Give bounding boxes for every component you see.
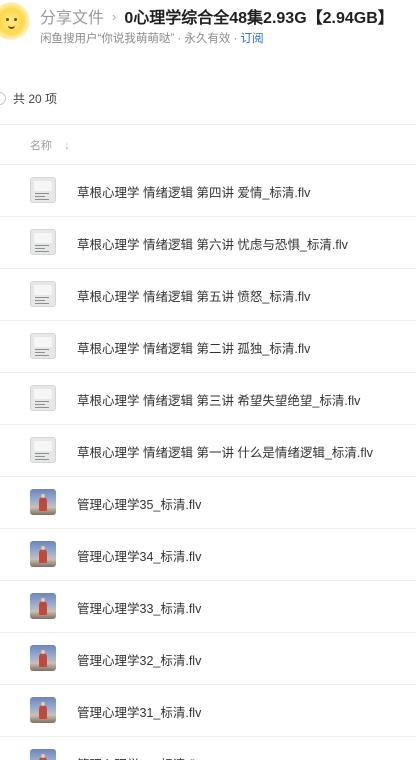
- share-info: 闲鱼搜用户“你说我萌萌哒” · 永久有效 · 订阅: [40, 30, 264, 46]
- avatar-sun-icon: [0, 2, 30, 40]
- file-row[interactable]: 管理心理学34_标清.flv: [0, 529, 416, 581]
- video-doc-thumbnail-icon: [30, 333, 56, 359]
- file-name[interactable]: 管理心理学35_标清.flv: [77, 494, 201, 513]
- file-row[interactable]: 草根心理学 情绪逻辑 第二讲 孤独_标清.flv: [0, 321, 416, 373]
- sharer-info: 闲鱼搜用户“你说我萌萌哒”: [40, 33, 175, 45]
- column-name-label: 名称: [30, 140, 52, 152]
- file-name[interactable]: 草根心理学 情绪逻辑 第五讲 愤怒_标清.flv: [77, 286, 310, 305]
- file-row[interactable]: 草根心理学 情绪逻辑 第四讲 爱情_标清.flv: [0, 165, 416, 217]
- file-name[interactable]: 管理心理学30_标清.flv: [77, 754, 201, 760]
- file-row[interactable]: 草根心理学 情绪逻辑 第一讲 什么是情绪逻辑_标清.flv: [0, 425, 416, 477]
- video-doc-thumbnail-icon: [30, 229, 56, 255]
- file-row[interactable]: 草根心理学 情绪逻辑 第三讲 希望失望绝望_标清.flv: [0, 373, 416, 425]
- chevron-right-icon: ›: [112, 8, 117, 24]
- column-header-name[interactable]: 名称 ↓: [30, 137, 70, 153]
- file-row[interactable]: 管理心理学35_标清.flv: [0, 477, 416, 529]
- share-page: 分享文件 › 0心理学综合全48集2.93G【2.94GB】 闲鱼搜用户“你说我…: [0, 0, 416, 760]
- video-image-thumbnail-icon: [30, 593, 56, 619]
- video-image-thumbnail-icon: [30, 697, 56, 723]
- video-doc-thumbnail-icon: [30, 281, 56, 307]
- file-list: 草根心理学 情绪逻辑 第四讲 爱情_标清.flv 草根心理学 情绪逻辑 第六讲 忧…: [0, 165, 416, 760]
- file-name[interactable]: 管理心理学31_标清.flv: [77, 702, 201, 721]
- file-name[interactable]: 草根心理学 情绪逻辑 第六讲 忧虑与恐惧_标清.flv: [77, 234, 348, 253]
- select-all-checkbox[interactable]: [0, 92, 6, 105]
- share-header: 分享文件 › 0心理学综合全48集2.93G【2.94GB】 闲鱼搜用户“你说我…: [0, 0, 416, 56]
- sort-down-icon[interactable]: ↓: [64, 138, 70, 152]
- file-name[interactable]: 草根心理学 情绪逻辑 第二讲 孤独_标清.flv: [77, 338, 310, 357]
- video-image-thumbnail-icon: [30, 541, 56, 567]
- page-title: 0心理学综合全48集2.93G【2.94GB】: [124, 10, 394, 27]
- subscribe-link[interactable]: 订阅: [241, 33, 264, 45]
- file-row[interactable]: 管理心理学32_标清.flv: [0, 633, 416, 685]
- video-doc-thumbnail-icon: [30, 385, 56, 411]
- file-row[interactable]: 管理心理学31_标清.flv: [0, 685, 416, 737]
- item-count: 共 20 项: [13, 92, 58, 106]
- file-name[interactable]: 管理心理学32_标清.flv: [77, 650, 201, 669]
- select-all-row: 共 20 项: [0, 90, 57, 107]
- file-name[interactable]: 草根心理学 情绪逻辑 第四讲 爱情_标清.flv: [77, 182, 310, 201]
- video-image-thumbnail-icon: [30, 749, 56, 760]
- validity-info: · 永久有效 ·: [174, 33, 241, 45]
- file-row[interactable]: 管理心理学33_标清.flv: [0, 581, 416, 633]
- video-doc-thumbnail-icon: [30, 437, 56, 463]
- video-doc-thumbnail-icon: [30, 177, 56, 203]
- file-row[interactable]: 草根心理学 情绪逻辑 第六讲 忧虑与恐惧_标清.flv: [0, 217, 416, 269]
- breadcrumb-share-files[interactable]: 分享文件: [40, 4, 104, 28]
- file-name[interactable]: 管理心理学34_标清.flv: [77, 546, 201, 565]
- video-image-thumbnail-icon: [30, 645, 56, 671]
- breadcrumb: 分享文件 › 0心理学综合全48集2.93G【2.94GB】: [40, 4, 394, 28]
- file-row[interactable]: 草根心理学 情绪逻辑 第五讲 愤怒_标清.flv: [0, 269, 416, 321]
- file-row[interactable]: 管理心理学30_标清.flv: [0, 737, 416, 760]
- file-name[interactable]: 草根心理学 情绪逻辑 第一讲 什么是情绪逻辑_标清.flv: [77, 442, 373, 461]
- file-name[interactable]: 草根心理学 情绪逻辑 第三讲 希望失望绝望_标清.flv: [77, 390, 360, 409]
- divider: [0, 124, 416, 125]
- video-image-thumbnail-icon: [30, 489, 56, 515]
- file-name[interactable]: 管理心理学33_标清.flv: [77, 598, 201, 617]
